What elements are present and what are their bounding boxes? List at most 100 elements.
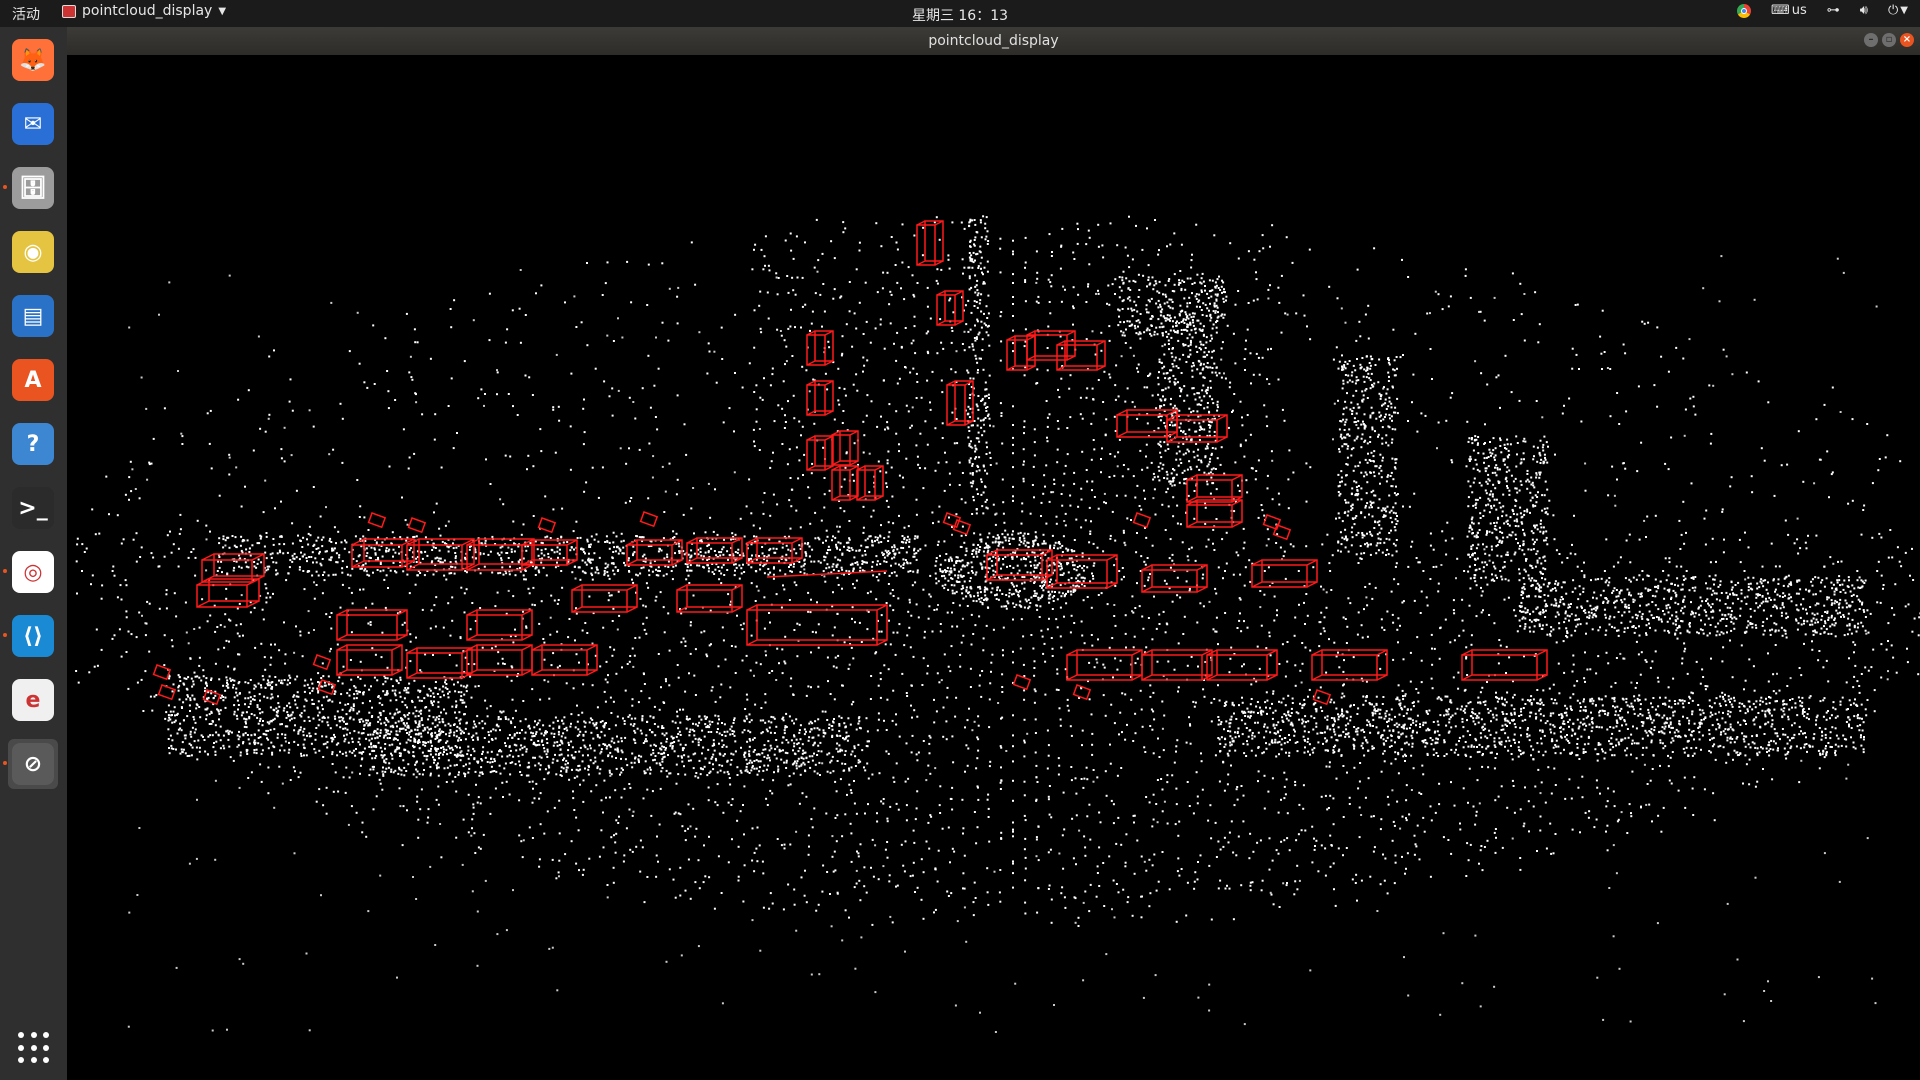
detection-box <box>746 604 888 646</box>
detection-box <box>1461 649 1548 681</box>
detection-box <box>831 430 859 466</box>
power-menu[interactable]: ⏻ ▼ <box>1888 3 1908 18</box>
detection-marker <box>312 654 332 671</box>
detection-box <box>1166 414 1228 443</box>
detection-box <box>806 435 834 471</box>
text-editor-icon: e <box>12 679 54 721</box>
detection-marker <box>367 512 387 529</box>
detection-box <box>1311 649 1388 681</box>
terminal-icon: >_ <box>12 487 54 529</box>
rhythmbox-icon: ◉ <box>12 231 54 273</box>
detection-box <box>1251 559 1318 588</box>
detection-box <box>406 647 473 679</box>
dock-item-text-editor[interactable]: e <box>8 675 58 725</box>
keyboard-icon: ⌨ <box>1771 3 1790 18</box>
detection-box <box>1141 564 1208 593</box>
keyboard-layout-label: us <box>1791 3 1807 18</box>
activities-button[interactable]: 活动 <box>12 4 40 24</box>
detection-marker <box>537 517 557 534</box>
detection-box <box>676 584 743 613</box>
detection-marker <box>407 517 427 534</box>
software-center-icon: A <box>12 359 54 401</box>
pointcloud-app-icon: ⊘ <box>12 743 54 785</box>
detection-box <box>1186 474 1243 503</box>
dock-item-rhythmbox[interactable]: ◉ <box>8 227 58 277</box>
detection-box <box>1006 335 1036 371</box>
app-menu[interactable]: pointcloud_display ▼ <box>62 3 226 19</box>
window-title: pointcloud_display <box>928 33 1059 49</box>
chrome-indicator[interactable] <box>1737 3 1752 18</box>
detection-box <box>466 609 533 641</box>
libreoffice-writer-icon: ▤ <box>12 295 54 337</box>
window-titlebar[interactable]: pointcloud_display – ▫ × <box>67 27 1920 56</box>
dock-item-vscode[interactable]: ⟨⟩ <box>3 611 58 661</box>
dock-item-help[interactable]: ? <box>8 419 58 469</box>
detection-box <box>336 609 408 641</box>
detection-marker <box>639 511 659 528</box>
vscode-icon: ⟨⟩ <box>12 615 54 657</box>
clock-container: 星期三 16：13 <box>0 5 1920 25</box>
dock-item-firefox[interactable]: 🦊 <box>8 35 58 85</box>
dock-item-files[interactable]: 🗄 <box>3 163 58 213</box>
thunderbird-icon: ✉ <box>12 103 54 145</box>
detection-box <box>1141 649 1213 681</box>
dock-item-chrome[interactable]: ◎ <box>3 547 58 597</box>
detection-marker <box>1072 684 1092 701</box>
detection-box <box>1046 554 1118 589</box>
detection-box <box>806 380 834 416</box>
top-bar: 活动 pointcloud_display ▼ 星期三 16：13 ⌨ us ⊶… <box>0 0 1920 27</box>
detection-box <box>831 465 859 501</box>
detection-box <box>916 220 944 266</box>
caret-down-icon: ▼ <box>1900 5 1908 16</box>
window-controls: – ▫ × <box>1864 33 1914 47</box>
pointcloud-viewport[interactable] <box>67 55 1920 1080</box>
pointcloud-window: pointcloud_display – ▫ × <box>67 27 1920 1080</box>
detection-box <box>986 549 1053 581</box>
power-icon: ⏻ <box>1888 3 1899 18</box>
volume-icon: 🔊︎ <box>1859 3 1868 18</box>
firefox-icon: 🦊 <box>12 39 54 81</box>
running-indicator <box>3 633 7 637</box>
running-indicator <box>3 185 7 189</box>
running-indicator <box>3 569 7 573</box>
maximize-button[interactable]: ▫ <box>1882 33 1896 47</box>
detection-box <box>856 465 884 501</box>
detection-box <box>406 538 475 571</box>
detection-marker <box>1262 514 1282 531</box>
detection-box <box>531 644 598 676</box>
dock-item-software-center[interactable]: A <box>8 355 58 405</box>
app-menu-icon <box>62 4 76 18</box>
detection-marker <box>1272 524 1292 541</box>
app-menu-label: pointcloud_display <box>82 3 213 19</box>
dock: 🦊 ✉ 🗄 ◉ ▤ A? >_ ◎ ⟨⟩ e ⊘ <box>0 27 68 1080</box>
detection-marker <box>1132 512 1152 529</box>
dock-item-pointcloud-app[interactable]: ⊘ <box>3 739 58 789</box>
detection-box <box>466 644 533 676</box>
chrome-icon: ◎ <box>12 551 54 593</box>
show-applications-button[interactable] <box>18 1032 50 1064</box>
dock-item-terminal[interactable]: >_ <box>8 483 58 533</box>
dock-item-thunderbird[interactable]: ✉ <box>8 99 58 149</box>
volume-indicator[interactable]: 🔊︎ <box>1860 3 1868 18</box>
close-button[interactable]: × <box>1900 33 1914 47</box>
network-icon: ⊶ <box>1826 3 1840 18</box>
clock[interactable]: 星期三 16：13 <box>912 8 1008 24</box>
running-indicator <box>3 761 7 765</box>
network-indicator[interactable]: ⊶ <box>1827 3 1840 18</box>
chrome-indicator-icon <box>1737 3 1752 18</box>
detection-box <box>946 380 974 426</box>
keyboard-layout-indicator[interactable]: ⌨ us <box>1771 3 1807 18</box>
help-icon: ? <box>12 423 54 465</box>
dock-item-libreoffice-writer[interactable]: ▤ <box>8 291 58 341</box>
caret-down-icon: ▼ <box>218 5 227 17</box>
detection-boxes <box>152 220 1548 706</box>
detection-box <box>201 553 265 583</box>
pointcloud-scene[interactable] <box>67 55 1920 1080</box>
detection-box <box>336 644 403 676</box>
files-icon: 🗄 <box>12 167 54 209</box>
detection-marker <box>1012 674 1032 691</box>
detection-marker <box>152 664 172 681</box>
minimize-button[interactable]: – <box>1864 33 1878 47</box>
system-tray: ⌨ us ⊶ 🔊︎ ⏻ ▼ <box>1737 3 1908 18</box>
lidar-points <box>75 215 1920 1033</box>
